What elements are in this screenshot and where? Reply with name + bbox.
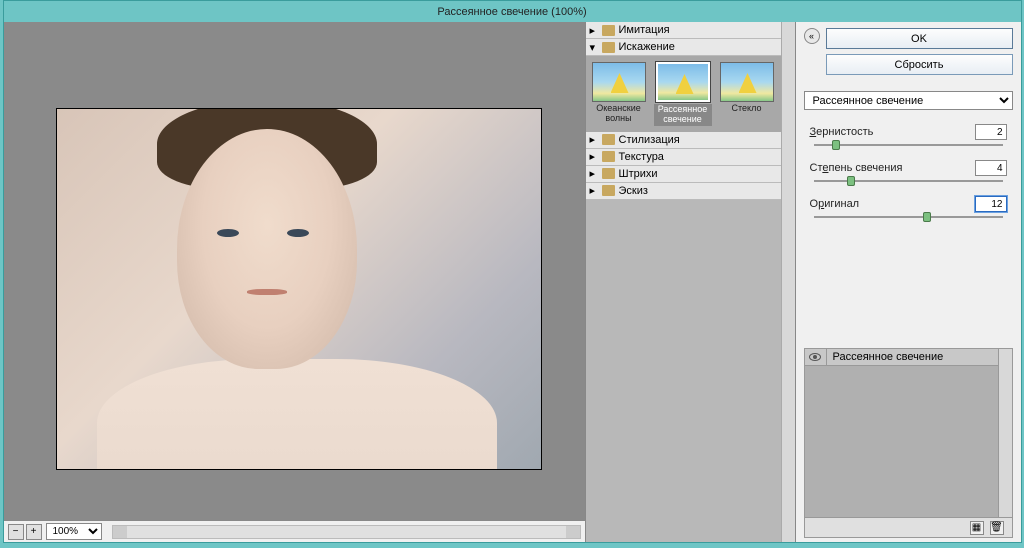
horizontal-scrollbar[interactable] [112,525,581,539]
chevron-down-icon: ▾ [590,41,598,54]
category-label: Эскиз [619,185,648,197]
new-effect-layer-button[interactable]: ▦ [970,521,984,535]
folder-icon [602,185,615,196]
thumb-glass[interactable]: Стекло [718,62,776,126]
filter-browser: ▸ Имитация ▾ Искажение Океанские волны [586,22,796,542]
category-label: Искажение [619,41,675,53]
thumb-ocean-ripple[interactable]: Океанские волны [590,62,648,126]
folder-icon [602,151,615,162]
clear-row: Оригинал [810,196,1007,218]
preview-pane: − + 100% [4,22,586,542]
filter-gallery-window: Рассеянное свечение (100%) − + 100% [3,0,1022,543]
chevron-right-icon: ▸ [590,184,598,197]
effect-layers: Рассеянное свечение ▦ 🗑 [804,348,1013,538]
chevron-right-icon: ▸ [590,24,598,37]
layers-scrollbar[interactable] [998,349,1012,517]
layers-footer: ▦ 🗑 [805,517,1012,537]
collapse-button[interactable]: « [804,28,820,44]
preview-canvas[interactable] [4,22,585,520]
glow-slider[interactable] [814,180,1003,182]
distort-thumbs: Океанские волны Рассеянное свечение Стек… [586,56,781,132]
effect-layers-body [805,366,998,517]
folder-icon [602,134,615,145]
glow-value[interactable] [975,160,1007,176]
chevron-right-icon: ▸ [590,150,598,163]
thumb-label: Рассеянное свечение [654,104,712,126]
zoom-out-button[interactable]: − [8,524,24,540]
slider-group: Зернистость Степень свечения [804,124,1013,232]
slider-thumb[interactable] [847,176,855,186]
filter-dropdown[interactable]: Рассеянное свечение [804,91,1013,110]
graininess-slider[interactable] [814,144,1003,146]
thumb-label: Океанские волны [590,104,648,124]
category-imitation[interactable]: ▸ Имитация [586,22,781,39]
category-texture[interactable]: ▸ Текстура [586,149,781,166]
controls-top: « OK Сбросить [804,28,1013,75]
controls-pane: « OK Сбросить Рассеянное свечение Зернис… [796,22,1021,542]
folder-icon [602,168,615,179]
slider-thumb[interactable] [832,140,840,150]
graininess-label: Зернистость [810,126,874,138]
slider-thumb[interactable] [923,212,931,222]
category-label: Имитация [619,24,670,36]
category-distort[interactable]: ▾ Искажение [586,39,781,56]
category-brush-strokes[interactable]: ▸ Штрихи [586,166,781,183]
ok-button[interactable]: OK [826,28,1013,49]
clear-value[interactable] [975,196,1007,212]
window-title: Рассеянное свечение (100%) [437,6,586,18]
filter-list: ▸ Имитация ▾ Искажение Океанские волны [586,22,781,542]
clear-label: Оригинал [810,198,860,210]
eye-icon [809,353,821,361]
delete-effect-layer-button[interactable]: 🗑 [990,521,1004,535]
effect-layer-name: Рассеянное свечение [827,349,998,365]
clear-slider[interactable] [814,216,1003,218]
filter-scrollbar[interactable] [781,22,795,542]
glow-row: Степень свечения [810,160,1007,182]
category-label: Штрихи [619,168,658,180]
preview-toolbar: − + 100% [4,520,585,542]
content-area: − + 100% ▸ Имитация ▾ [4,22,1021,542]
chevron-right-icon: ▸ [590,133,598,146]
thumb-diffuse-glow[interactable]: Рассеянное свечение [654,62,712,126]
glow-label: Степень свечения [810,162,903,174]
visibility-toggle[interactable] [805,349,827,365]
chevron-right-icon: ▸ [590,167,598,180]
category-stylize[interactable]: ▸ Стилизация [586,132,781,149]
folder-icon [602,42,615,53]
preview-image [56,108,542,470]
category-sketch[interactable]: ▸ Эскиз [586,183,781,200]
folder-icon [602,25,615,36]
thumb-image [592,62,646,102]
thumb-image [720,62,774,102]
thumb-label: Стекло [732,104,762,114]
category-label: Текстура [619,151,664,163]
thumb-image [656,62,710,102]
zoom-select[interactable]: 100% [46,523,102,540]
zoom-in-button[interactable]: + [26,524,42,540]
graininess-row: Зернистость [810,124,1007,146]
reset-button[interactable]: Сбросить [826,54,1013,75]
category-label: Стилизация [619,134,680,146]
graininess-value[interactable] [975,124,1007,140]
effect-layer-row[interactable]: Рассеянное свечение [805,349,998,366]
titlebar: Рассеянное свечение (100%) [4,1,1021,22]
